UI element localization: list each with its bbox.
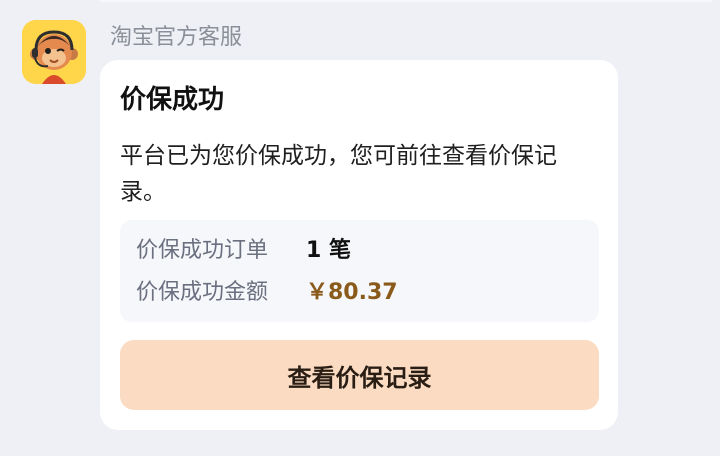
detail-row-order-count: 价保成功订单 1 笔 xyxy=(136,228,351,268)
detail-value-amount: ￥80.37 xyxy=(306,280,398,305)
detail-value-order-count: 1 笔 xyxy=(306,238,351,263)
detail-label-amount: 价保成功金额 xyxy=(136,280,269,305)
card-message: 平台已为您价保成功，您可前往查看价保记录。 xyxy=(120,143,557,205)
monkey-mascot-icon xyxy=(22,20,86,84)
previous-message-edge xyxy=(96,0,716,2)
view-price-protection-record-button[interactable]: 查看价保记录 xyxy=(120,340,599,410)
detail-row-amount: 价保成功金额 ￥80.37 xyxy=(136,270,398,310)
sender-name: 淘宝官方客服 xyxy=(110,25,243,50)
monkey-avatar-icon[interactable] xyxy=(22,20,86,84)
card-title: 价保成功 xyxy=(120,85,225,115)
price-protection-card: 价保成功 平台已为您价保成功，您可前往查看价保记录。 价保成功订单 1 笔 价保… xyxy=(100,60,618,430)
price-protection-details: 价保成功订单 1 笔 价保成功金额 ￥80.37 xyxy=(120,220,599,322)
detail-label-order-count: 价保成功订单 xyxy=(136,238,269,263)
